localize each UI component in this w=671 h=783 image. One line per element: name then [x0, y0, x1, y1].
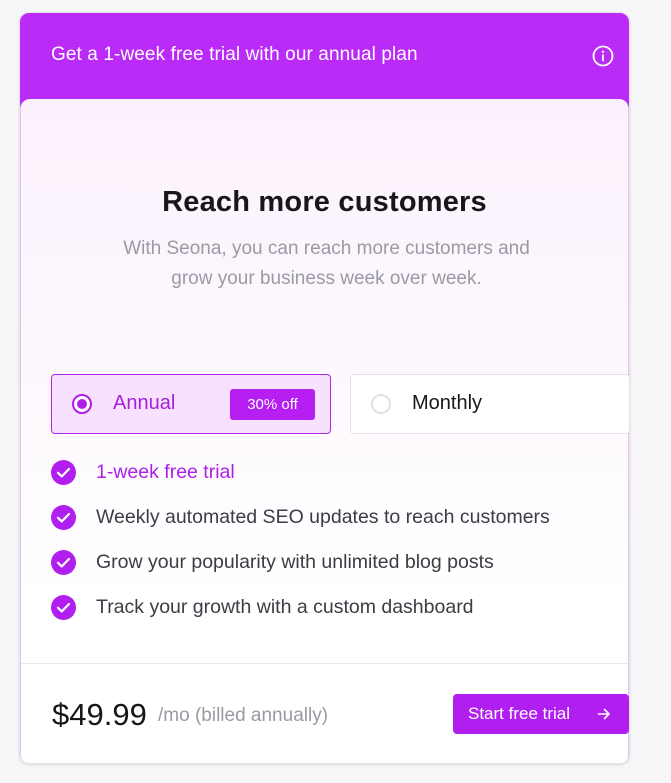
price-amount: $49.99: [52, 697, 147, 732]
check-icon: [51, 550, 76, 575]
start-free-trial-label: Start free trial: [468, 704, 571, 723]
check-icon: [51, 460, 76, 485]
radio-unselected-icon[interactable]: [371, 394, 391, 414]
footer-divider: [21, 663, 628, 664]
pricing-card: Get a 1-week free trial with our annual …: [19, 12, 630, 764]
feature-item: 1-week free trial: [51, 459, 611, 504]
start-free-trial-button[interactable]: Start free trial: [453, 694, 629, 734]
feature-text: Grow your popularity with unlimited blog…: [96, 551, 494, 573]
feature-text: 1-week free trial: [96, 461, 235, 483]
trial-banner: Get a 1-week free trial with our annual …: [20, 13, 629, 108]
banner-text: Get a 1-week free trial with our annual …: [51, 44, 418, 65]
plan-option-annual[interactable]: Annual 30% off: [51, 374, 331, 434]
plan-label-annual: Annual: [113, 392, 176, 414]
radio-selected-icon[interactable]: [72, 394, 92, 414]
info-icon[interactable]: [592, 45, 614, 67]
feature-item: Weekly automated SEO updates to reach cu…: [51, 504, 611, 549]
check-icon: [51, 505, 76, 530]
feature-text: Track your growth with a custom dashboar…: [96, 596, 474, 618]
feature-item: Track your growth with a custom dashboar…: [51, 594, 611, 639]
check-icon: [51, 595, 76, 620]
plan-option-monthly[interactable]: Monthly: [350, 374, 629, 434]
plan-label-monthly: Monthly: [412, 392, 483, 414]
discount-badge: 30% off: [230, 389, 315, 420]
price-billing-note: /mo (billed annually): [158, 705, 329, 726]
arrow-right-icon: [597, 708, 610, 720]
page-subtitle: With Seona, you can reach more customers…: [123, 238, 530, 289]
page-title: Reach more customers: [162, 186, 487, 218]
feature-text: Weekly automated SEO updates to reach cu…: [96, 506, 550, 528]
feature-list: 1-week free trial Weekly automated SEO u…: [51, 459, 611, 639]
feature-item: Grow your popularity with unlimited blog…: [51, 549, 611, 594]
plan-panel: Reach more customers With Seona, you can…: [20, 99, 629, 763]
